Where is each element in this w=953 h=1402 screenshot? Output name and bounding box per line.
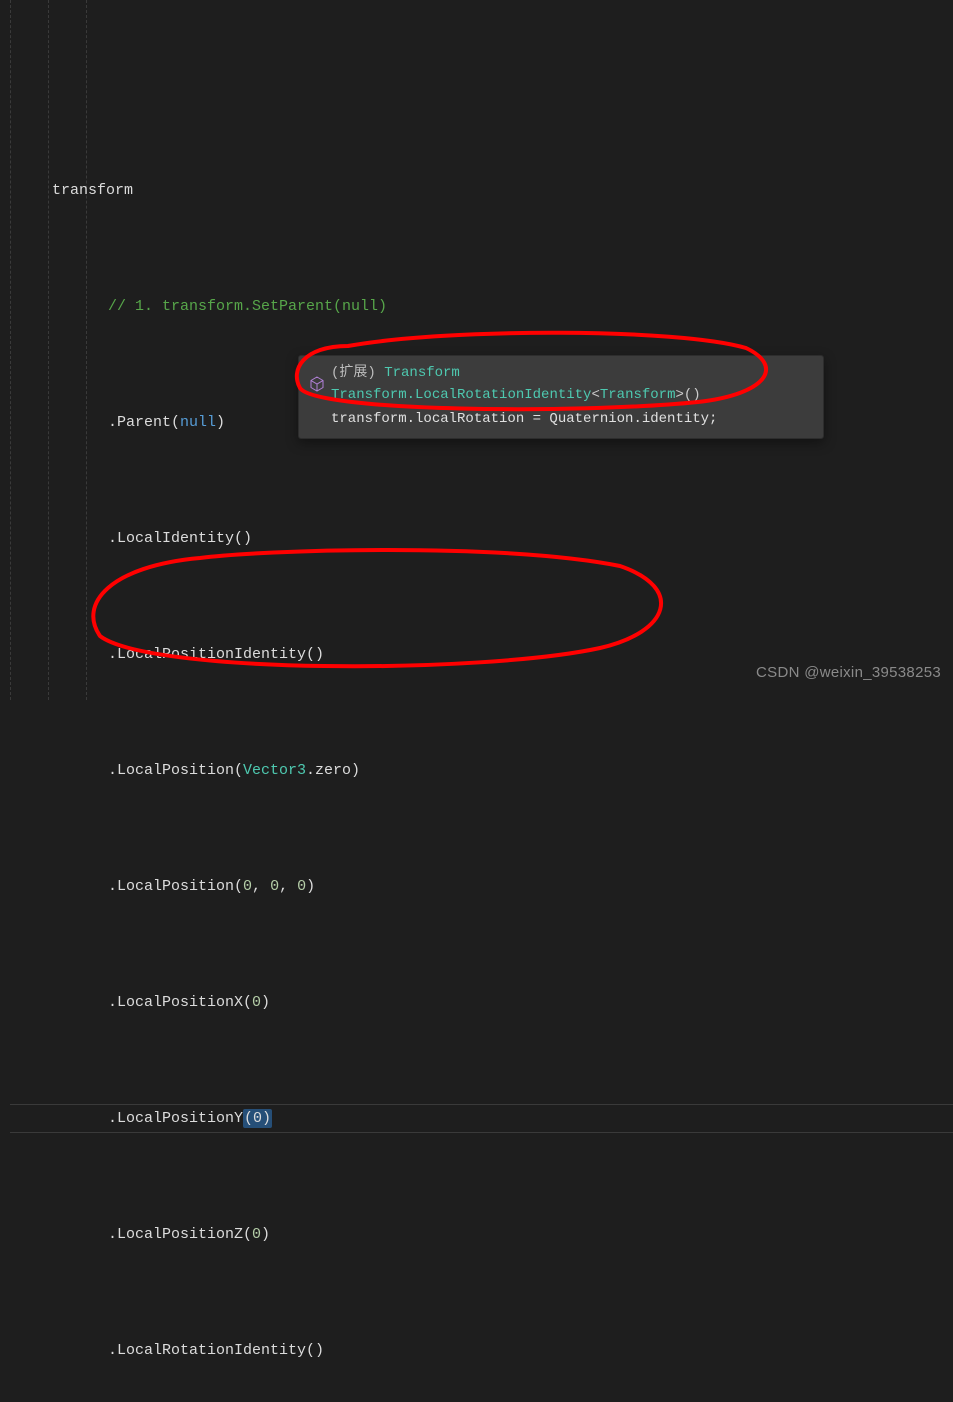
code-line[interactable]: transform (10, 176, 953, 205)
method-call: .LocalPositionZ( (108, 1226, 252, 1243)
number: 0 (252, 1226, 261, 1243)
code-line[interactable]: .LocalRotationIdentity() (10, 1336, 953, 1365)
comment: // 1. transform.SetParent(null) (108, 298, 387, 315)
method-name: .LocalRotationIdentity (407, 387, 592, 403)
code-line[interactable]: .LocalPosition(0, 0, 0) (10, 872, 953, 901)
signature-help-popup: (扩展) Transform Transform.LocalRotationId… (298, 355, 824, 439)
code-line[interactable]: .LocalPosition(Vector3.zero) (10, 756, 953, 785)
member: .zero) (306, 762, 360, 779)
code-line-current[interactable]: .LocalPositionY(0) (10, 1104, 953, 1133)
tooltip-description: transform.localRotation = Quaternion.ide… (331, 408, 813, 430)
text-selection: (0) (243, 1109, 272, 1128)
method-call: .LocalRotationIdentity() (108, 1342, 324, 1359)
generic-type: Transform (600, 387, 676, 403)
declaring-type: Transform (331, 387, 407, 403)
keyword-null: null (180, 414, 216, 431)
punct: ) (216, 414, 225, 431)
code-line[interactable]: .LocalPositionZ(0) (10, 1220, 953, 1249)
extension-cube-icon (309, 376, 325, 392)
method-call: .LocalPositionY (108, 1110, 243, 1127)
number: 0 (243, 878, 252, 895)
code-editor[interactable]: transform // 1. transform.SetParent(null… (0, 0, 953, 1402)
number: 0 (270, 878, 279, 895)
return-type: Transform (384, 365, 460, 381)
method-call: .LocalPositionIdentity() (108, 646, 324, 663)
type-name: Vector3 (243, 762, 306, 779)
method-call: .LocalIdentity() (108, 530, 252, 547)
number: 0 (297, 878, 306, 895)
watermark: CSDN @weixin_39538253 (756, 658, 941, 687)
method-call: .LocalPosition( (108, 762, 243, 779)
method-call: .LocalPositionX( (108, 994, 252, 1011)
code-line[interactable]: // 1. transform.SetParent(null) (10, 292, 953, 321)
code-line[interactable]: .LocalIdentity() (10, 524, 953, 553)
identifier: transform (52, 182, 133, 199)
code-line[interactable]: .LocalPositionX(0) (10, 988, 953, 1017)
extension-label: (扩展) (331, 365, 376, 381)
number: 0 (252, 994, 261, 1011)
method-call: .Parent( (108, 414, 180, 431)
method-call: .LocalPosition( (108, 878, 243, 895)
